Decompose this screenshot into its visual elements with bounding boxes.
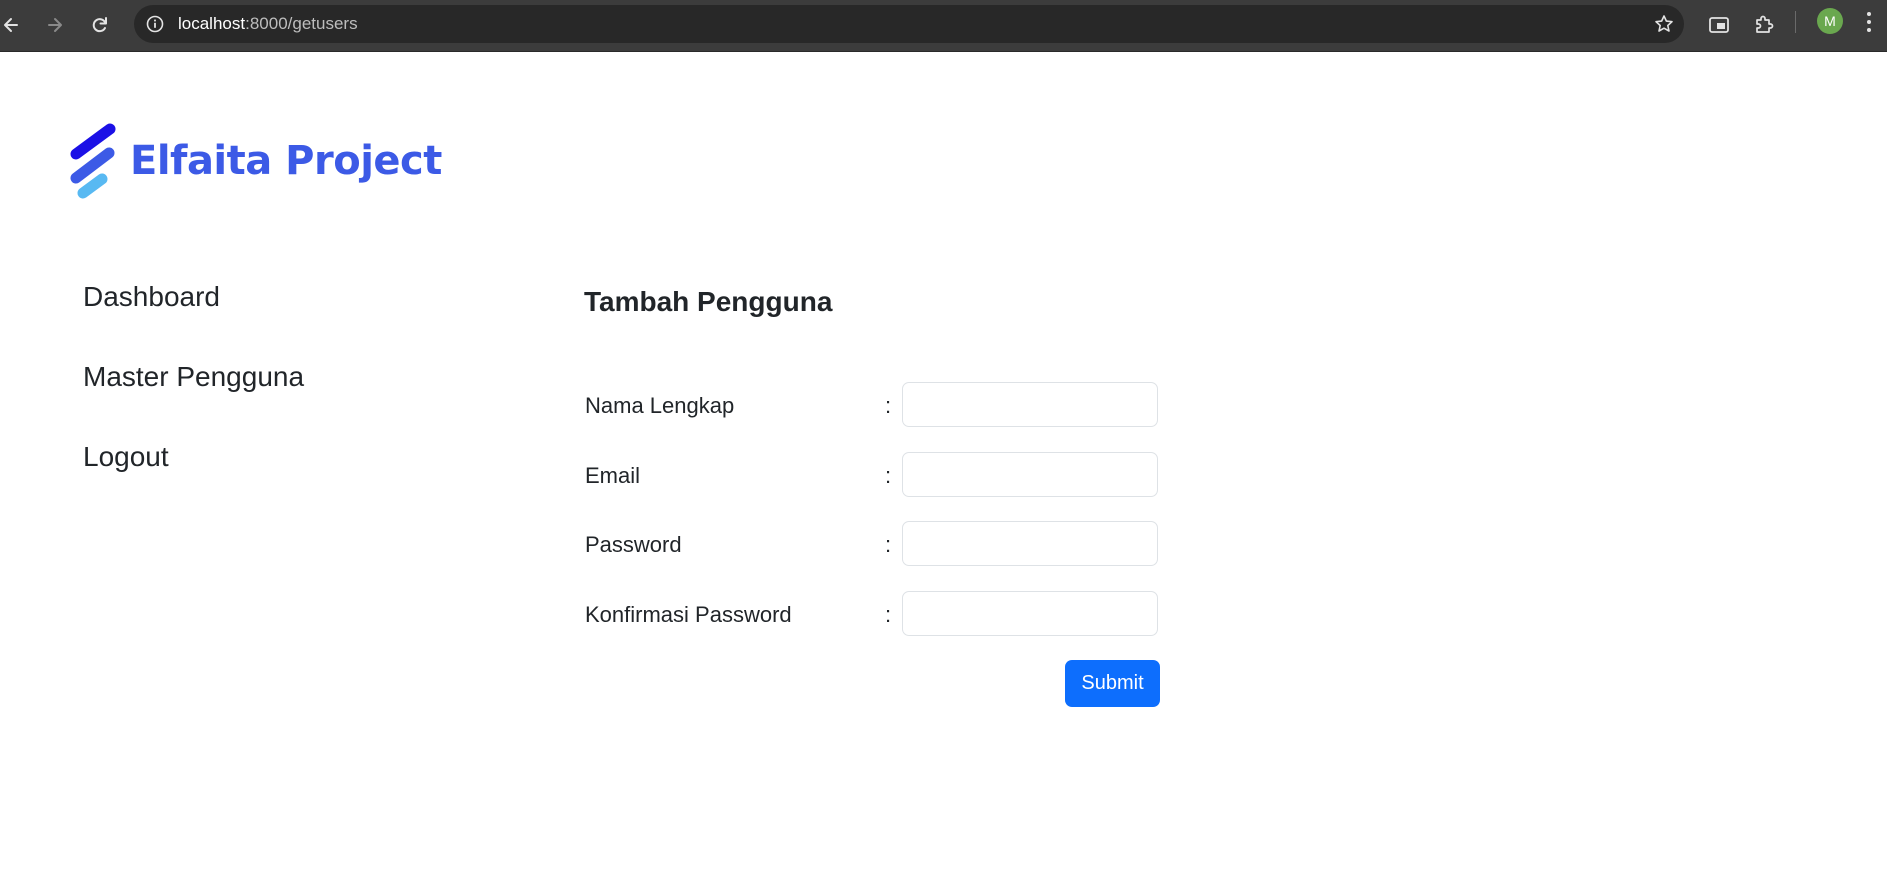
sidebar-item-logout[interactable]: Logout <box>83 440 304 474</box>
url-host: localhost <box>178 14 246 33</box>
field-label-konfirmasi-password: Konfirmasi Password <box>585 602 792 627</box>
reload-icon <box>92 17 107 33</box>
sidebar-item-master-pengguna[interactable]: Master Pengguna <box>83 360 304 394</box>
forward-arrow-icon <box>48 18 62 32</box>
url-path: :8000/getusers <box>245 14 358 33</box>
email-input[interactable] <box>902 452 1158 497</box>
info-icon[interactable] <box>146 15 164 33</box>
field-colon: : <box>885 393 892 418</box>
page-title: Tambah Pengguna <box>584 286 833 317</box>
toolbar-divider <box>1795 11 1796 33</box>
field-colon: : <box>885 532 892 557</box>
forward-button[interactable] <box>38 8 72 42</box>
field-label-email: Email <box>585 463 641 488</box>
sidebar-item-dashboard[interactable]: Dashboard <box>83 280 304 314</box>
side-panel-icon <box>1709 17 1729 33</box>
submit-button[interactable]: Submit <box>1065 660 1160 707</box>
field-colon: : <box>885 602 892 627</box>
reload-button[interactable] <box>83 8 117 42</box>
url-text[interactable]: localhost:8000/getusers <box>178 14 358 34</box>
form-row-nama-lengkap: Nama Lengkap : <box>584 382 1160 429</box>
brand-logo[interactable]: Elfaita Project <box>66 120 442 202</box>
password-input[interactable] <box>902 521 1158 566</box>
back-arrow-icon <box>4 18 18 32</box>
extensions-button[interactable] <box>1747 8 1781 42</box>
profile-avatar[interactable]: M <box>1817 8 1843 34</box>
star-icon[interactable] <box>1654 14 1674 34</box>
nama-lengkap-input[interactable] <box>902 382 1158 427</box>
address-bar[interactable]: localhost:8000/getusers <box>134 5 1684 43</box>
field-label-password: Password <box>585 532 682 557</box>
browser-toolbar: localhost:8000/getusers M <box>0 0 1887 52</box>
form-row-password: Password : <box>584 521 1160 568</box>
logo-mark-icon <box>70 123 116 199</box>
konfirmasi-password-input[interactable] <box>902 591 1158 636</box>
form-row-konfirmasi-password: Konfirmasi Password : <box>584 591 1160 638</box>
field-label-nama-lengkap: Nama Lengkap <box>585 393 735 418</box>
form-row-email: Email : <box>584 452 1160 499</box>
kebab-menu-icon[interactable] <box>1866 10 1872 34</box>
puzzle-icon <box>1756 15 1774 33</box>
brand-name: Elfaita Project <box>130 138 442 184</box>
main-content: Tambah Pengguna Nama Lengkap : Email : P… <box>584 283 1160 707</box>
back-button[interactable] <box>0 8 28 42</box>
side-panel-button[interactable] <box>1702 8 1736 42</box>
sidebar-nav: Dashboard Master Pengguna Logout <box>83 280 304 520</box>
field-colon: : <box>885 463 892 488</box>
